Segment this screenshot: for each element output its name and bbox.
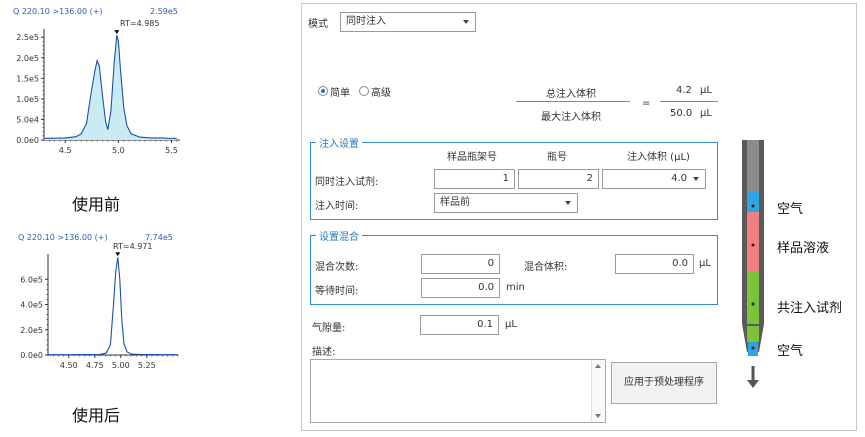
description-scrollbar[interactable] [591, 360, 605, 422]
chart-before-title: Q 220.10 >136.00 (+) [13, 7, 103, 16]
x-tick-label: 5.25 [138, 361, 156, 370]
syringe-sample [747, 212, 759, 272]
description-textarea[interactable] [310, 359, 606, 423]
x-tick-label: 5.0 [112, 146, 125, 155]
mode-select[interactable]: 同时注入 [340, 12, 476, 32]
chevron-down-icon [693, 177, 699, 181]
mix-count-input[interactable]: 0 [421, 254, 500, 274]
mix-volume-input[interactable]: 0.0 [615, 254, 694, 274]
chromatogram-area: Q 220.10 >136.00 (+) 2.59e5 RT=4.985 0.0… [13, 7, 180, 370]
air-gap-unit: μL [505, 319, 517, 330]
fraction-line-left [516, 101, 630, 102]
mixing-settings-group: 设置混合 混合次数: 0 混合体积: 0.0 μL 等待时间: 0.0 min [310, 228, 718, 305]
x-tick-label: 4.50 [60, 361, 78, 370]
apply-to-pretreatment-button[interactable]: 应用于预处理程序 [611, 362, 717, 404]
injection-time-label: 注入时间: [315, 201, 359, 212]
injection-settings-title: 注入设置 [316, 135, 362, 150]
caption-before: 使用前 [72, 195, 121, 214]
y-tick-label: 4.0e5 [20, 301, 43, 310]
caption-after: 使用后 [72, 406, 121, 425]
coinject-label: 同时注入试剂: [315, 177, 379, 188]
syringe-label-air-bottom: 空气 [777, 344, 804, 359]
series-fill [44, 35, 177, 141]
vial-input[interactable]: 2 [518, 169, 599, 189]
syringe-label-sample: 样品溶液 [777, 241, 830, 256]
mixing-settings-title: 设置混合 [316, 228, 362, 243]
chart-after: 0.0e0 2.0e5 4.0e5 6.0e5 4.50 4.75 5.00 5.25 [20, 252, 179, 370]
syringe-marker-sample [751, 243, 755, 247]
col-rack-header: 样品瓶架号 [447, 152, 497, 163]
col-volume-header: 注入体积 (μL) [627, 152, 690, 163]
syringe-reagent [747, 272, 759, 326]
y-tick-label: 0.0e0 [16, 136, 39, 145]
chart-after-max: 7.74e5 [145, 233, 173, 242]
total-volume-value: 4.2 [676, 85, 692, 96]
equals-sign: = [642, 98, 651, 109]
syringe-air-top [747, 192, 759, 212]
wait-time-input[interactable]: 0.0 [421, 278, 500, 298]
mix-volume-unit: μL [699, 258, 711, 269]
peak-marker [115, 252, 121, 257]
syringe-marker-air [751, 204, 755, 208]
y-tick-label: 2.0e5 [16, 54, 39, 63]
col-vial-header: 瓶号 [547, 152, 567, 163]
air-gap-input[interactable]: 0.1 [420, 315, 499, 335]
x-tick-label: 5.5 [165, 146, 178, 155]
mode-select-value: 同时注入 [346, 16, 386, 27]
injection-time-select[interactable]: 样品前 [434, 193, 578, 213]
mix-volume-label: 混合体积: [524, 262, 568, 273]
syringe-illustration [742, 140, 764, 388]
volume-select[interactable]: 4.0 [602, 169, 706, 189]
y-tick-label: 0.0e0 [20, 351, 43, 360]
injection-time-value: 样品前 [440, 197, 470, 208]
x-tick-label: 4.5 [59, 146, 72, 155]
syringe-marker-reagent [751, 302, 755, 306]
fraction-line-right [660, 101, 718, 102]
mode-label: 模式 [308, 19, 328, 30]
air-gap-label: 气隙量: [312, 323, 346, 334]
syringe-marker-air2 [751, 346, 755, 350]
syringe-plunger-space [747, 140, 759, 192]
y-tick-label: 6.0e5 [20, 275, 43, 284]
max-volume-unit: μL [700, 108, 712, 119]
max-volume-value: 50.0 [670, 108, 693, 119]
max-volume-label: 最大注入体积 [541, 112, 601, 123]
x-tick-label: 5.00 [112, 361, 130, 370]
total-volume-label: 总注入体积 [546, 89, 596, 100]
syringe-label-air: 空气 [777, 202, 804, 217]
radio-advanced[interactable] [359, 86, 369, 96]
x-tick-label: 4.75 [86, 361, 104, 370]
peak-marker [114, 30, 120, 35]
total-volume-unit: μL [700, 85, 712, 96]
injection-settings-group: 注入设置 样品瓶架号 瓶号 注入体积 (μL) 同时注入试剂: 1 2 4.0 … [310, 135, 718, 220]
radio-simple-label: 简单 [330, 88, 350, 99]
chevron-down-icon [565, 201, 571, 205]
y-tick-label: 2.0e5 [20, 326, 43, 335]
syringe-reagent-tip [747, 326, 759, 342]
y-tick-label: 5.0e4 [16, 115, 39, 124]
wait-time-unit: min [506, 282, 525, 293]
chevron-down-icon [463, 20, 469, 24]
radio-advanced-label: 高级 [371, 88, 391, 99]
y-tick-label: 2.5e5 [16, 33, 39, 42]
mix-count-label: 混合次数: [315, 262, 359, 273]
y-tick-label: 1.0e5 [16, 95, 39, 104]
wait-time-label: 等待时间: [315, 286, 359, 297]
chart-before: 0.0e0 5.0e4 1.0e5 1.5e5 2.0e5 2.5e5 4.5 5.0 5.5 [16, 29, 180, 155]
rack-input[interactable]: 1 [434, 169, 515, 189]
y-tick-label: 1.5e5 [16, 74, 39, 83]
volume-select-value: 4.0 [671, 173, 687, 184]
chart-after-title: Q 220.10 >136.00 (+) [18, 233, 108, 242]
scroll-down-icon[interactable] [595, 414, 601, 418]
down-arrow-head [747, 380, 759, 388]
syringe-label-reagent: 共注入试剂 [777, 301, 843, 316]
scroll-up-icon[interactable] [595, 364, 601, 368]
chart-before-max: 2.59e5 [150, 7, 178, 16]
radio-simple[interactable] [318, 86, 328, 96]
chart-before-rt: RT=4.985 [120, 19, 159, 28]
description-label: 描述: [312, 347, 336, 358]
chart-after-rt: RT=4.971 [113, 242, 152, 251]
series-line [48, 257, 178, 356]
